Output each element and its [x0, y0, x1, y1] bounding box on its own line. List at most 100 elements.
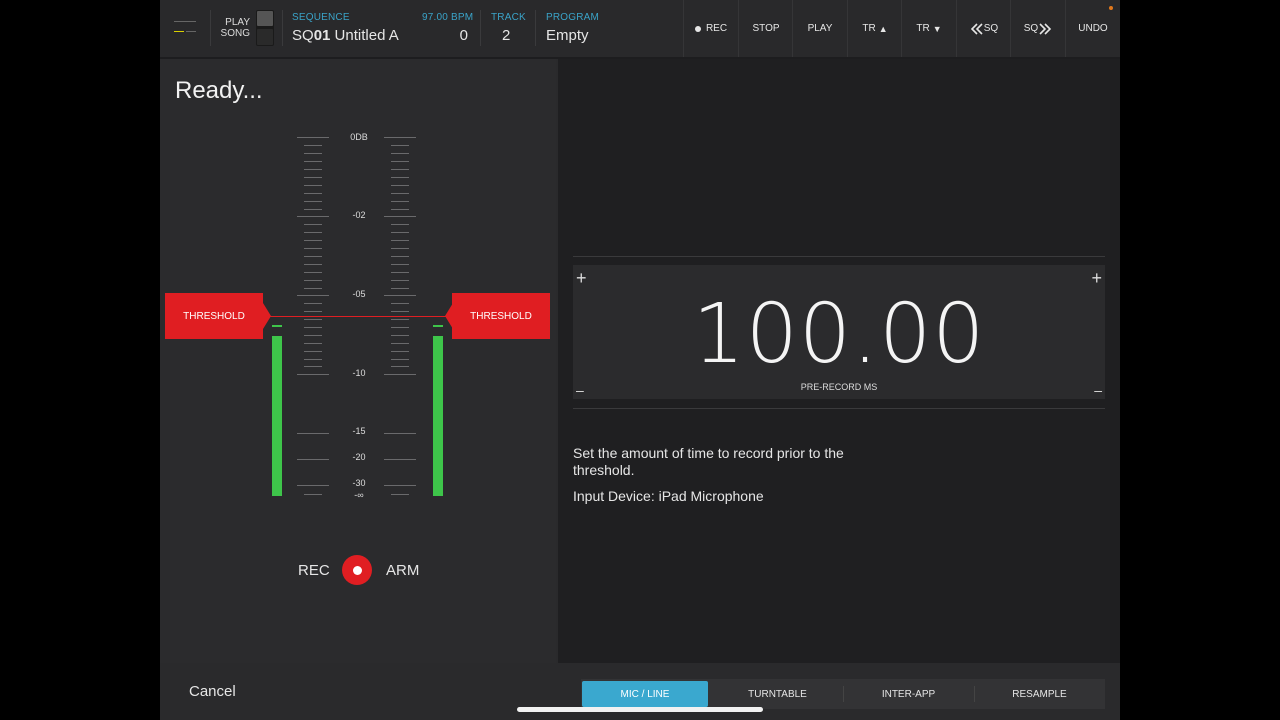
- tick-mark: [391, 177, 409, 178]
- triangle-up-icon: ▲: [878, 23, 888, 34]
- tick-mark: [391, 311, 409, 312]
- tick-mark: [304, 303, 322, 304]
- tick-mark: [391, 185, 409, 186]
- status-text: Ready...: [175, 77, 263, 104]
- sequence-next-label: SQ: [1023, 23, 1039, 34]
- divider: [535, 10, 536, 46]
- input-source-selector: MIC / LINE TURNTABLE INTER-APP RESAMPLE: [581, 679, 1105, 709]
- tick-mark: [384, 216, 416, 217]
- input-device-label: Input Device: iPad Microphone: [573, 488, 764, 504]
- tick-mark: [297, 137, 329, 138]
- tick-mark: [304, 248, 322, 249]
- track-down-button[interactable]: TR ▼: [901, 0, 956, 57]
- db-label: -10: [352, 368, 366, 378]
- rec-button-label: REC: [705, 23, 728, 34]
- record-arm-button[interactable]: [342, 555, 372, 585]
- tick-mark: [297, 216, 329, 217]
- threshold-handle-left[interactable]: THRESHOLD: [165, 293, 263, 339]
- sequence-prefix: SQ: [292, 27, 314, 44]
- tick-mark: [391, 248, 409, 249]
- tick-mark: [391, 264, 409, 265]
- sequence-selector[interactable]: SQ01 Untitled A: [292, 27, 399, 44]
- tick-mark: [391, 303, 409, 304]
- tick-mark: [304, 256, 322, 257]
- source-tab-inter-app[interactable]: INTER-APP: [843, 679, 974, 709]
- divider: [573, 408, 1105, 409]
- tick-mark: [384, 485, 416, 486]
- tick-mark: [297, 295, 329, 296]
- level-meter-left: [272, 336, 282, 496]
- play-song-label: PLAY SONG: [216, 17, 250, 39]
- track-up-label: TR: [862, 23, 876, 34]
- stop-button[interactable]: STOP: [738, 0, 793, 57]
- db-label: -05: [352, 289, 366, 299]
- tick-mark: [391, 280, 409, 281]
- tick-mark: [384, 433, 416, 434]
- song-label: SONG: [220, 28, 250, 39]
- source-tab-turntable[interactable]: TURNTABLE: [712, 679, 843, 709]
- track-up-button[interactable]: TR ▲: [847, 0, 902, 57]
- increment-plus-icon-left[interactable]: +: [576, 269, 587, 287]
- peak-marker-right: [433, 325, 443, 327]
- play-song-toggle[interactable]: [256, 10, 274, 46]
- home-indicator[interactable]: [517, 707, 763, 712]
- tick-mark: [391, 169, 409, 170]
- tick-mark: [304, 169, 322, 170]
- tick-scale-left: [297, 137, 331, 497]
- decrement-minus-icon-left[interactable]: –: [576, 381, 584, 399]
- tick-mark: [304, 201, 322, 202]
- increment-plus-icon-right[interactable]: +: [1091, 269, 1102, 287]
- tick-mark: [384, 137, 416, 138]
- tick-mark: [391, 153, 409, 154]
- threshold-line: [264, 316, 452, 317]
- bpm-label[interactable]: 97.00 BPM: [422, 12, 473, 23]
- play-label: PLAY: [225, 17, 250, 28]
- play-button[interactable]: PLAY: [792, 0, 847, 57]
- threshold-handle-right[interactable]: THRESHOLD: [452, 293, 550, 339]
- tick-mark: [304, 327, 322, 328]
- tick-mark: [391, 145, 409, 146]
- rec-button[interactable]: REC: [683, 0, 738, 57]
- tick-mark: [304, 232, 322, 233]
- tick-mark: [384, 295, 416, 296]
- double-chevron-right-icon: [1039, 22, 1052, 35]
- tick-mark: [304, 264, 322, 265]
- track-down-label: TR: [916, 23, 930, 34]
- threshold-right-label: THRESHOLD: [470, 310, 532, 322]
- track-label: TRACK: [491, 12, 526, 23]
- sequence-number: 01: [313, 27, 331, 44]
- source-tab-resample[interactable]: RESAMPLE: [974, 679, 1105, 709]
- sequence-prev-label: SQ: [983, 23, 999, 34]
- double-chevron-left-icon: [970, 22, 983, 35]
- tick-mark: [304, 209, 322, 210]
- menu-icon[interactable]: [174, 18, 196, 38]
- source-tab-mic-line[interactable]: MIC / LINE: [582, 681, 708, 707]
- db-label: -∞: [354, 490, 364, 500]
- settings-panel: + + 100.00 PRE-RECORD MS – – Set the amo…: [558, 59, 1120, 663]
- cancel-button[interactable]: Cancel: [189, 683, 236, 700]
- sequence-next-button[interactable]: SQ: [1010, 0, 1065, 57]
- tick-mark: [304, 145, 322, 146]
- sequence-prev-button[interactable]: SQ: [956, 0, 1011, 57]
- db-label: -15: [352, 426, 366, 436]
- help-description: Set the amount of time to record prior t…: [573, 445, 844, 478]
- decrement-minus-icon-right[interactable]: –: [1094, 381, 1102, 399]
- tick-mark: [304, 359, 322, 360]
- tick-mark: [391, 335, 409, 336]
- tick-mark: [304, 351, 322, 352]
- status-indicator-dot: [1109, 6, 1113, 10]
- threshold-arrow-left-icon: [263, 303, 271, 329]
- tick-mark: [304, 161, 322, 162]
- divider: [573, 256, 1105, 257]
- tick-mark: [297, 459, 329, 460]
- program-value[interactable]: Empty: [546, 27, 589, 44]
- threshold-arrow-right-icon: [445, 303, 453, 329]
- level-meter-right: [433, 336, 443, 496]
- tick-mark: [391, 161, 409, 162]
- tick-mark: [304, 319, 322, 320]
- tick-mark: [297, 485, 329, 486]
- tick-mark: [391, 224, 409, 225]
- track-value[interactable]: 2: [502, 27, 510, 44]
- db-label: -02: [352, 210, 366, 220]
- pre-record-value-control[interactable]: + + 100.00 PRE-RECORD MS – –: [573, 265, 1105, 399]
